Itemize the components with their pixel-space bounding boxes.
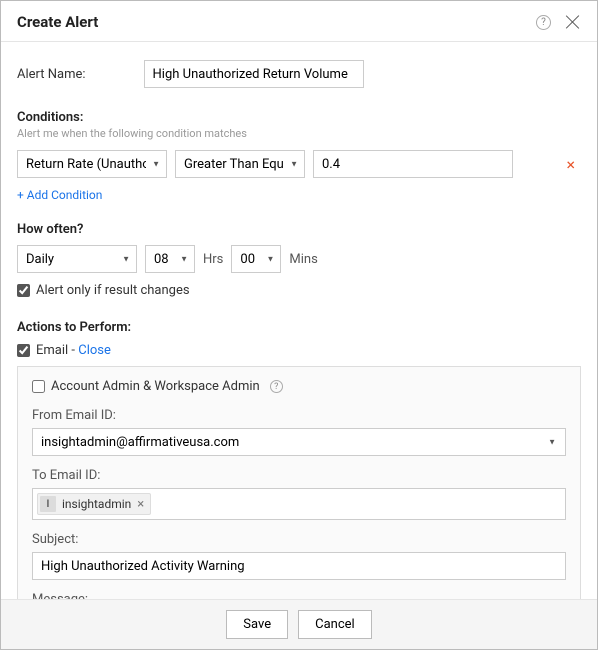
email-action-checkbox[interactable] [17, 344, 30, 357]
frequency-hour-select[interactable]: 08 [145, 245, 195, 273]
alert-name-input[interactable] [144, 60, 364, 88]
admin-recipients-row: Account Admin & Workspace Admin ? [32, 379, 566, 394]
dialog-footer: Save Cancel [1, 599, 597, 649]
frequency-minute-select[interactable]: 00 [231, 245, 281, 273]
email-action-row: Email - Close [17, 343, 581, 358]
admin-help-icon[interactable]: ? [270, 380, 283, 393]
alert-name-row: Alert Name: [17, 60, 581, 88]
save-button[interactable]: Save [226, 610, 288, 639]
subject-group: Subject: [32, 532, 566, 580]
operator-select-wrap: Greater Than Equal [175, 150, 305, 178]
from-email-select[interactable]: insightadmin@affirmativeusa.com [32, 428, 566, 456]
actions-title: Actions to Perform: [17, 320, 581, 335]
actions-section: Actions to Perform: Email - Close Accoun… [17, 320, 581, 599]
to-email-token-box[interactable]: I insightadmin × [32, 488, 566, 520]
remove-condition-icon[interactable]: × [560, 155, 581, 174]
minute-unit-label: Mins [289, 252, 317, 267]
admin-recipients-checkbox[interactable] [32, 380, 45, 393]
condition-metric-select[interactable]: Return Rate (Unauthorized) [17, 150, 167, 178]
frequency-title: How often? [17, 222, 581, 237]
create-alert-dialog: Create Alert ? Alert Name: Conditions: A… [0, 0, 598, 650]
email-toggle-link[interactable]: Close [78, 343, 111, 358]
only-if-changes-label: Alert only if result changes [36, 283, 190, 298]
help-icon[interactable]: ? [536, 15, 551, 30]
condition-value-input[interactable] [313, 150, 513, 178]
dialog-header: Create Alert ? [1, 1, 597, 42]
email-action-label: Email - Close [36, 343, 111, 358]
recipient-name: insightadmin [62, 497, 131, 511]
message-group: Message: [32, 592, 566, 599]
interval-select-wrap: Daily [17, 245, 137, 273]
recipient-avatar: I [40, 496, 56, 512]
only-if-changes-row: Alert only if result changes [17, 283, 581, 298]
from-email-group: From Email ID: insightadmin@affirmativeu… [32, 408, 566, 456]
to-email-label: To Email ID: [32, 468, 566, 483]
remove-recipient-icon[interactable]: × [137, 497, 144, 512]
hour-select-wrap: 08 [145, 245, 195, 273]
hour-unit-label: Hrs [203, 252, 223, 267]
from-email-select-wrap: insightadmin@affirmativeusa.com [32, 428, 566, 456]
condition-row: Return Rate (Unauthorized) Greater Than … [17, 150, 581, 178]
conditions-title: Conditions: [17, 110, 581, 125]
header-icons: ? [536, 14, 581, 30]
dialog-body: Alert Name: Conditions: Alert me when th… [1, 42, 597, 599]
subject-label: Subject: [32, 532, 566, 547]
message-label: Message: [32, 592, 566, 599]
recipient-token: I insightadmin × [37, 493, 151, 515]
add-condition-link[interactable]: + Add Condition [17, 188, 102, 202]
to-email-group: To Email ID: I insightadmin × [32, 468, 566, 520]
cancel-button[interactable]: Cancel [298, 610, 372, 639]
frequency-interval-select[interactable]: Daily [17, 245, 137, 273]
from-email-label: From Email ID: [32, 408, 566, 423]
dialog-title: Create Alert [17, 13, 98, 31]
admin-recipients-label: Account Admin & Workspace Admin [51, 379, 260, 394]
alert-name-label: Alert Name: [17, 67, 86, 82]
metric-select-wrap: Return Rate (Unauthorized) [17, 150, 167, 178]
frequency-section: How often? Daily 08 Hrs 00 [17, 222, 581, 298]
conditions-subtext: Alert me when the following condition ma… [17, 127, 581, 140]
frequency-row: Daily 08 Hrs 00 Mins [17, 245, 581, 273]
only-if-changes-checkbox[interactable] [17, 284, 30, 297]
subject-input[interactable] [32, 552, 566, 580]
close-icon[interactable] [565, 14, 581, 30]
email-settings-box: Account Admin & Workspace Admin ? From E… [17, 366, 581, 599]
minute-select-wrap: 00 [231, 245, 281, 273]
condition-operator-select[interactable]: Greater Than Equal [175, 150, 305, 178]
conditions-section: Conditions: Alert me when the following … [17, 110, 581, 222]
